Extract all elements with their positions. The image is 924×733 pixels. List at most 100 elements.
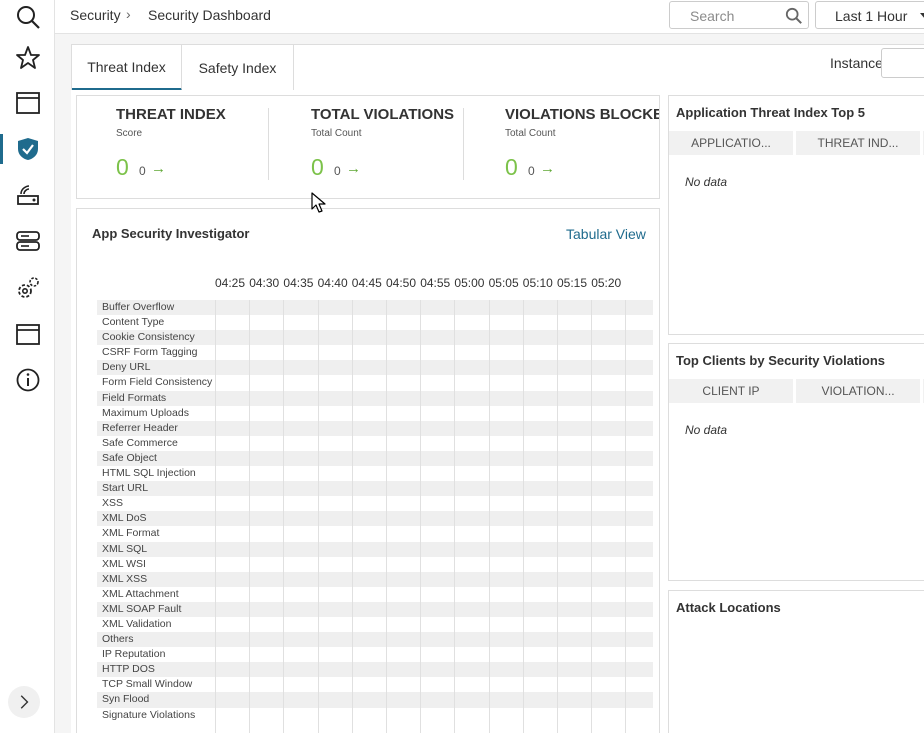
violation-row[interactable]: XML DoS (97, 511, 653, 527)
kpi-title: THREAT INDEX (116, 106, 226, 123)
violation-row[interactable]: Form Field Consistency (97, 375, 653, 390)
violation-row[interactable]: Start URL (97, 481, 653, 497)
violation-row[interactable]: Others (97, 632, 653, 648)
time-tick-label: 05:15 (557, 276, 588, 290)
violation-row[interactable]: Buffer Overflow (97, 300, 653, 316)
violation-row[interactable]: XML WSI (97, 557, 653, 572)
nav-security[interactable] (0, 126, 55, 172)
no-data-message: No data (685, 423, 728, 437)
top-clients-panel: Top Clients by Security Violations CLIEN… (668, 343, 924, 581)
tab-safety-index[interactable]: Safety Index (182, 45, 294, 91)
time-tick-label: 04:50 (386, 276, 417, 290)
investigator-title: App Security Investigator (92, 226, 250, 241)
nav-info[interactable] (0, 357, 55, 403)
shield-check-icon (17, 138, 38, 160)
kpi-delta: 0 (139, 164, 146, 178)
violation-label: XML XSS (102, 572, 148, 585)
violation-label: Form Field Consistency (102, 376, 213, 389)
nav-settings[interactable] (0, 265, 55, 311)
violation-row[interactable]: XML Validation (97, 617, 653, 632)
time-range-value: Last 1 Hour (835, 8, 908, 24)
time-tick-label: 04:40 (317, 276, 348, 290)
violation-row[interactable]: Safe Object (97, 450, 653, 467)
search-input[interactable]: Search (669, 1, 809, 29)
violation-label: Safe Object (102, 451, 157, 464)
violation-row[interactable]: IP Reputation (97, 647, 653, 662)
violation-row[interactable]: Cookie Consistency (97, 330, 653, 346)
violation-row[interactable]: Content Type (97, 315, 653, 330)
violation-row[interactable]: Field Formats (97, 390, 653, 406)
violation-row[interactable]: Deny URL (97, 360, 653, 376)
violation-label: TCP Small Window (102, 678, 193, 691)
column-header-label: CLIENT IP (702, 384, 760, 398)
column-header-application[interactable]: APPLICATIO... (669, 131, 793, 155)
app-root: Security › Security Dashboard Search Las… (0, 0, 924, 733)
kpi-divider (463, 108, 464, 180)
violation-label: XML Validation (102, 617, 172, 630)
breadcrumb-security[interactable]: Security (70, 7, 121, 23)
violation-row[interactable]: Maximum Uploads (97, 406, 653, 421)
nav-applications[interactable] (0, 80, 55, 126)
violation-row[interactable]: Referrer Header (97, 420, 653, 436)
column-header-client-ip[interactable]: CLIENT IP (669, 379, 793, 403)
column-header-violations[interactable]: VIOLATION... (796, 379, 920, 403)
violation-row[interactable]: XML SOAP Fault (97, 601, 653, 617)
mouse-cursor-icon (311, 192, 326, 213)
kpi-summary-card: THREAT INDEX Score 0 0 → TOTAL VIOLATION… (76, 95, 660, 199)
nav-storage[interactable] (0, 218, 55, 264)
time-tick-label: 04:35 (283, 276, 314, 290)
violation-label: Content Type (102, 316, 165, 329)
instance-label: Instance (830, 55, 883, 71)
window-icon (15, 92, 40, 114)
search-icon (785, 7, 802, 24)
violation-label: Syn Flood (102, 693, 150, 706)
no-data-message: No data (685, 175, 728, 189)
violation-row[interactable]: Safe Commerce (97, 436, 653, 451)
kpi-subtitle: Score (116, 128, 143, 139)
kpi-delta: 0 (334, 164, 341, 178)
time-range-dropdown[interactable]: Last 1 Hour (815, 1, 924, 29)
chevron-down-icon (920, 13, 924, 19)
nav-search[interactable] (0, 0, 55, 40)
tab-threat-index[interactable]: Threat Index (72, 45, 182, 91)
time-tick-label: 04:45 (351, 276, 382, 290)
violation-row[interactable]: Signature Violations (97, 708, 653, 723)
nav-console[interactable] (0, 311, 55, 357)
kpi-value: 0 (311, 154, 324, 180)
panel-title: Attack Locations (676, 600, 781, 615)
time-tick-label: 05:05 (488, 276, 519, 290)
violation-label: IP Reputation (102, 648, 166, 661)
nav-infrastructure[interactable] (0, 172, 55, 218)
violation-label: XSS (102, 497, 124, 510)
time-tick-label: 05:00 (454, 276, 485, 290)
tabular-view-link[interactable]: Tabular View (566, 226, 646, 242)
nav-favorites[interactable] (0, 35, 55, 81)
kpi-divider (268, 108, 269, 180)
instance-select[interactable] (881, 48, 924, 78)
column-header-label: THREAT IND... (817, 136, 899, 150)
violation-row[interactable]: TCP Small Window (97, 677, 653, 692)
violation-label: XML Format (102, 527, 160, 540)
panel-title: Application Threat Index Top 5 (676, 105, 865, 120)
violation-row[interactable]: XML XSS (97, 571, 653, 587)
violation-row[interactable]: XML SQL (97, 541, 653, 557)
violation-row[interactable]: CSRF Form Tagging (97, 345, 653, 360)
expand-nav-button[interactable] (8, 686, 40, 718)
violation-label: CSRF Form Tagging (102, 346, 198, 359)
violation-row[interactable]: HTTP DOS (97, 662, 653, 678)
violation-label: Buffer Overflow (102, 301, 175, 313)
violation-label: XML WSI (102, 557, 146, 570)
time-tick-label: 04:30 (249, 276, 280, 290)
violation-row[interactable]: XSS (97, 496, 653, 511)
search-placeholder: Search (690, 8, 735, 24)
violation-row[interactable]: Syn Flood (97, 692, 653, 708)
tab-safety-index-label: Safety Index (198, 60, 277, 76)
violation-label: XML SQL (102, 542, 148, 555)
violation-label: Referrer Header (102, 421, 178, 434)
violation-row[interactable]: XML Format (97, 526, 653, 541)
column-header-threat-index[interactable]: THREAT IND... (796, 131, 920, 155)
violation-row[interactable]: HTML SQL Injection (97, 466, 653, 481)
violation-label: Others (102, 633, 134, 646)
violation-label: Signature Violations (102, 708, 196, 721)
violation-row[interactable]: XML Attachment (97, 587, 653, 602)
